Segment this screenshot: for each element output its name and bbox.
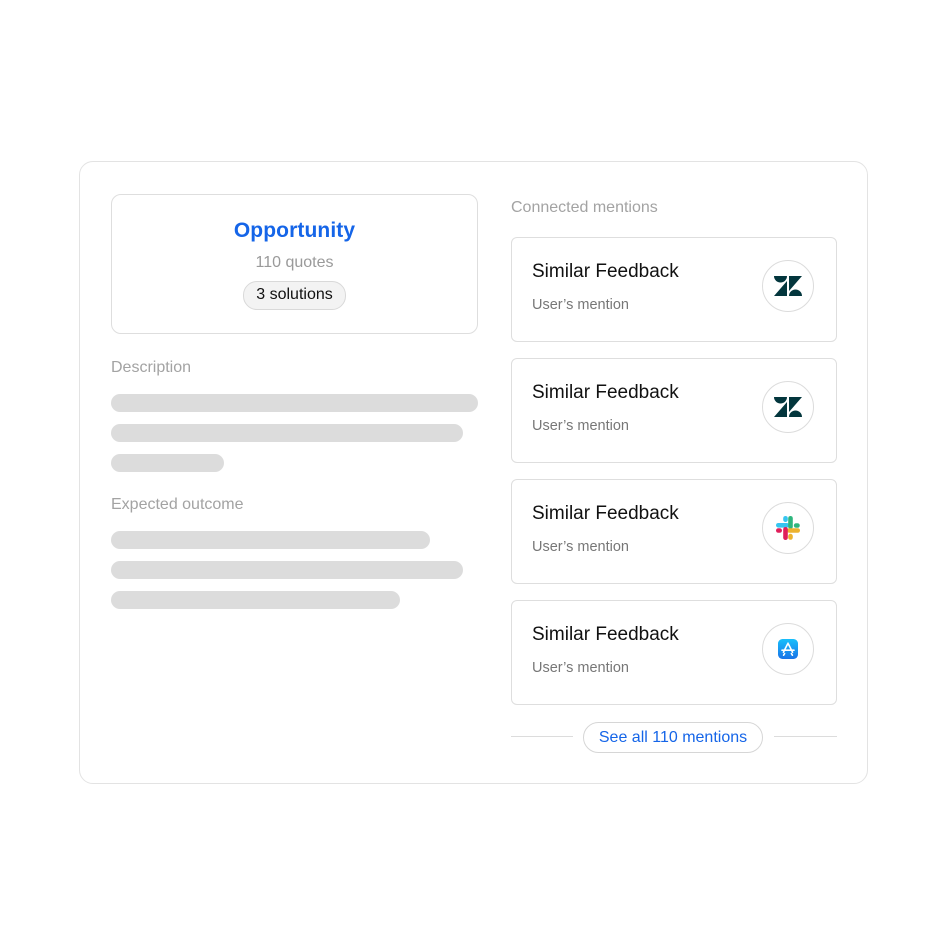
connected-mentions-label: Connected mentions bbox=[511, 199, 658, 216]
mention-subtitle: User’s mention bbox=[532, 660, 629, 676]
slack-icon bbox=[762, 502, 814, 554]
mention-subtitle: User’s mention bbox=[532, 297, 629, 313]
expected-outcome-placeholder-line bbox=[111, 531, 430, 549]
mention-title: Similar Feedback bbox=[532, 261, 679, 282]
zendesk-icon bbox=[762, 260, 814, 312]
zendesk-icon bbox=[762, 381, 814, 433]
expected-outcome-placeholder-line bbox=[111, 561, 463, 579]
mention-title: Similar Feedback bbox=[532, 382, 679, 403]
mention-card[interactable]: Similar Feedback User’s mention bbox=[511, 237, 837, 342]
app-store-icon bbox=[762, 623, 814, 675]
divider-line bbox=[774, 736, 837, 737]
mention-card[interactable]: Similar Feedback User’s mention bbox=[511, 600, 837, 705]
mention-card[interactable]: Similar Feedback User’s mention bbox=[511, 358, 837, 463]
expected-outcome-label: Expected outcome bbox=[111, 496, 244, 513]
mention-title: Similar Feedback bbox=[532, 624, 679, 645]
mention-subtitle: User’s mention bbox=[532, 418, 629, 434]
description-label: Description bbox=[111, 359, 192, 376]
opportunity-title: Opportunity bbox=[233, 219, 356, 242]
mention-subtitle: User’s mention bbox=[532, 539, 629, 555]
quotes-count: 110 quotes bbox=[255, 254, 334, 271]
expected-outcome-placeholder-line bbox=[111, 591, 400, 609]
mention-card[interactable]: Similar Feedback User’s mention bbox=[511, 479, 837, 584]
divider-line bbox=[511, 736, 573, 737]
solutions-badge[interactable]: 3 solutions bbox=[243, 281, 346, 310]
opportunity-card[interactable]: Opportunity 110 quotes 3 solutions bbox=[111, 194, 478, 334]
mention-title: Similar Feedback bbox=[532, 503, 679, 524]
see-all-mentions-button[interactable]: See all 110 mentions bbox=[583, 722, 763, 753]
description-placeholder-line bbox=[111, 424, 463, 442]
description-placeholder-line bbox=[111, 394, 478, 412]
opportunity-panel: Opportunity 110 quotes 3 solutions Descr… bbox=[79, 161, 868, 784]
description-placeholder-line bbox=[111, 454, 224, 472]
